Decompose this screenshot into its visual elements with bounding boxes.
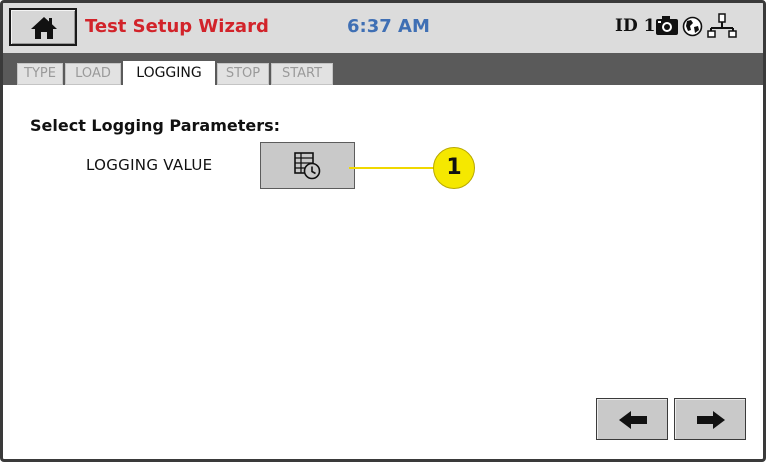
top-bar: Test Setup Wizard 6:37 AM ID 1 [3,3,763,53]
logging-value-button[interactable] [260,142,355,189]
tab-type[interactable]: TYPE [17,63,63,85]
callout-marker: 1 [433,147,475,189]
logging-value-label: LOGGING VALUE [86,156,213,174]
network-icon[interactable] [707,13,737,39]
clock-time: 6:37 AM [347,16,430,37]
content-panel: Select Logging Parameters: LOGGING VALUE… [3,85,763,456]
arrow-right-icon [697,411,725,429]
device-id: ID 1 [615,16,656,36]
globe-icon[interactable] [682,16,703,37]
back-button[interactable] [596,398,668,440]
tab-load[interactable]: LOAD [65,63,121,85]
tab-bar: TYPE LOAD LOGGING STOP START [3,53,763,85]
next-button[interactable] [674,398,746,440]
section-title: Select Logging Parameters: [30,116,281,135]
callout-connector [349,167,435,169]
tab-start[interactable]: START [271,63,333,85]
tab-logging[interactable]: LOGGING [123,61,215,85]
home-icon [31,17,57,39]
table-clock-icon [294,152,321,180]
window-title: Test Setup Wizard [85,16,269,37]
tab-stop[interactable]: STOP [217,63,269,85]
camera-icon[interactable] [655,15,679,37]
home-button[interactable] [9,8,77,46]
arrow-left-icon [619,411,647,429]
app-frame: Test Setup Wizard 6:37 AM ID 1 TYPE LOAD [0,0,766,462]
